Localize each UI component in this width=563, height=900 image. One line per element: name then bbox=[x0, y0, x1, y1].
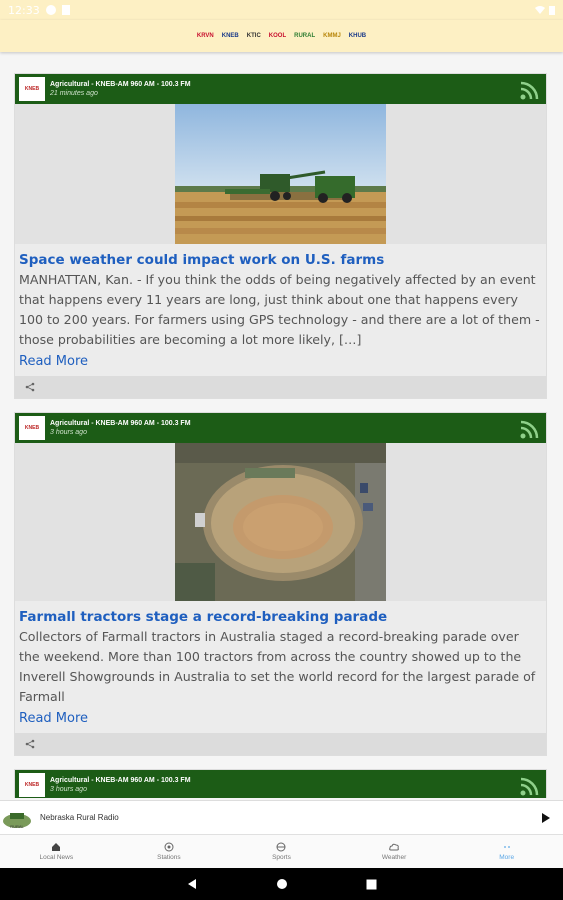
share-icon[interactable] bbox=[25, 739, 35, 749]
station-logo: KNEB bbox=[19, 416, 45, 440]
station-logo-icon: RURAL bbox=[3, 812, 31, 829]
more-icon bbox=[503, 846, 510, 848]
share-icon[interactable] bbox=[25, 382, 35, 392]
tab-local-news[interactable]: Local News bbox=[0, 835, 113, 868]
brand-logos: KRVN KNEB KTIC KOOL RURAL KMMJ KHUB bbox=[195, 32, 368, 40]
share-bar bbox=[15, 376, 546, 398]
article-image[interactable] bbox=[175, 104, 386, 244]
source-name: Agricultural - KNEB-AM 960 AM - 100.3 FM bbox=[50, 81, 191, 88]
station-logo: KNEB bbox=[19, 773, 45, 797]
tab-label: More bbox=[499, 854, 515, 861]
post-time: 3 hours ago bbox=[50, 786, 87, 793]
radio-icon bbox=[164, 842, 174, 852]
card-header: KNEB Agricultural - KNEB-AM 960 AM - 100… bbox=[15, 770, 546, 798]
news-card: KNEB Agricultural - KNEB-AM 960 AM - 100… bbox=[14, 412, 547, 756]
status-time: 12:33 bbox=[8, 3, 40, 17]
play-icon bbox=[542, 812, 550, 823]
brand-logo: KMMJ bbox=[323, 33, 341, 39]
card-header: KNEB Agricultural - KNEB-AM 960 AM - 100… bbox=[15, 413, 546, 443]
notification-icon bbox=[45, 5, 56, 15]
play-button[interactable] bbox=[535, 807, 557, 829]
svg-text:RURAL: RURAL bbox=[10, 824, 24, 829]
wifi-icon bbox=[535, 6, 545, 14]
tab-label: Weather bbox=[381, 854, 407, 861]
article-excerpt: MANHATTAN, Kan. - If you think the odds … bbox=[19, 272, 540, 347]
tab-stations[interactable]: Stations bbox=[113, 835, 226, 868]
system-nav-bar bbox=[0, 868, 563, 900]
bottom-tab-bar: Local News Stations Sports Weather More bbox=[0, 834, 563, 868]
article-image[interactable] bbox=[175, 443, 386, 601]
article-title[interactable]: Farmall tractors stage a record-breaking… bbox=[15, 601, 546, 627]
home-icon bbox=[52, 843, 61, 851]
battery-icon bbox=[549, 6, 555, 15]
ball-icon bbox=[276, 842, 286, 852]
brand-logo: KNEB bbox=[221, 33, 239, 39]
tab-label: Sports bbox=[272, 854, 291, 861]
source-name: Agricultural - KNEB-AM 960 AM - 100.3 FM bbox=[50, 420, 191, 427]
station-logo: KNEB bbox=[19, 77, 45, 101]
notification-icon bbox=[61, 5, 70, 15]
recents-icon[interactable] bbox=[366, 879, 377, 890]
post-time: 3 hours ago bbox=[50, 429, 87, 436]
rss-icon[interactable] bbox=[520, 776, 540, 796]
article-excerpt: Collectors of Farmall tractors in Austra… bbox=[19, 629, 536, 704]
brand-logo: RURAL bbox=[294, 33, 316, 39]
brand-logo: KOOL bbox=[268, 33, 287, 39]
tab-weather[interactable]: Weather bbox=[338, 835, 451, 868]
tab-more[interactable]: More bbox=[450, 835, 563, 868]
radio-player[interactable]: RURAL Nebraska Rural Radio bbox=[0, 800, 563, 834]
read-more-link[interactable]: Read More bbox=[15, 350, 546, 376]
status-bar: 12:33 bbox=[0, 0, 563, 20]
share-bar bbox=[15, 733, 546, 755]
brand-logo: KRVN bbox=[196, 33, 214, 39]
tab-sports[interactable]: Sports bbox=[225, 835, 338, 868]
rss-icon[interactable] bbox=[520, 419, 540, 439]
card-header: KNEB Agricultural - KNEB-AM 960 AM - 100… bbox=[15, 74, 546, 104]
read-more-link[interactable]: Read More bbox=[15, 707, 546, 733]
station-artwork: RURAL bbox=[0, 801, 34, 835]
source-name: Agricultural - KNEB-AM 960 AM - 100.3 FM bbox=[50, 777, 191, 784]
app-header: KRVN KNEB KTIC KOOL RURAL KMMJ KHUB bbox=[0, 20, 563, 52]
news-card: KNEB Agricultural - KNEB-AM 960 AM - 100… bbox=[14, 769, 547, 798]
tab-label: Stations bbox=[157, 854, 181, 861]
post-time: 21 minutes ago bbox=[50, 90, 98, 97]
brand-logo: KHUB bbox=[348, 33, 367, 39]
player-station-name: Nebraska Rural Radio bbox=[40, 813, 119, 822]
article-title[interactable]: Space weather could impact work on U.S. … bbox=[15, 244, 546, 270]
news-card: KNEB Agricultural - KNEB-AM 960 AM - 100… bbox=[14, 73, 547, 399]
news-feed[interactable]: KNEB Agricultural - KNEB-AM 960 AM - 100… bbox=[0, 60, 563, 798]
cloud-icon bbox=[389, 843, 399, 851]
brand-logo: KTIC bbox=[246, 33, 261, 39]
home-nav-icon[interactable] bbox=[276, 878, 288, 890]
back-icon[interactable] bbox=[186, 878, 198, 890]
tab-label: Local News bbox=[39, 854, 74, 861]
rss-icon[interactable] bbox=[520, 80, 540, 100]
